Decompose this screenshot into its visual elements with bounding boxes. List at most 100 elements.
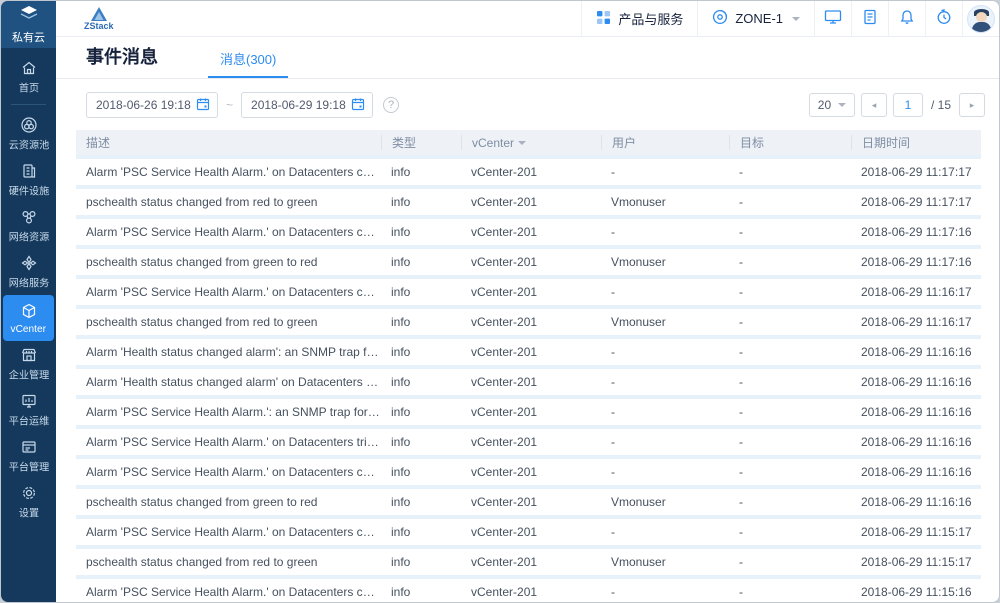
sidebar-item-label: 云资源池 (8, 137, 48, 152)
event-datetime-cell: 2018-06-29 11:16:16 (851, 375, 981, 389)
help-icon[interactable]: ? (383, 97, 399, 113)
sidebar-item-label: 平台运维 (8, 413, 48, 428)
bell-icon (899, 9, 915, 28)
event-target-cell: - (729, 465, 851, 479)
table-row[interactable]: pschealth status changed from red to gre… (76, 189, 981, 215)
page-header: 事件消息 消息(300) (56, 37, 999, 79)
table-row[interactable]: Alarm 'PSC Service Health Alarm.' on Dat… (76, 459, 981, 485)
sidebar-item-hardware[interactable]: 硬件设施 (1, 157, 56, 203)
event-description-cell: Alarm 'PSC Service Health Alarm.' on Dat… (76, 585, 381, 599)
column-header-user[interactable]: 用户 (601, 135, 729, 150)
sidebar-item-label: 网络资源 (8, 229, 48, 244)
column-header-target[interactable]: 目标 (729, 135, 851, 150)
chevron-down-icon (792, 17, 800, 21)
event-target-cell: - (729, 225, 851, 239)
column-header-type[interactable]: 类型 (381, 135, 461, 150)
column-header-vcenter[interactable]: vCenter (461, 135, 601, 150)
table-row[interactable]: Alarm 'PSC Service Health Alarm.' on Dat… (76, 159, 981, 185)
table-row[interactable]: Alarm 'PSC Service Health Alarm.' on Dat… (76, 519, 981, 545)
event-user-cell: - (601, 405, 729, 419)
current-page-input[interactable]: 1 (893, 93, 923, 117)
sidebar-item-settings[interactable]: 设置 (1, 479, 56, 525)
zstack-logo[interactable]: ZStack (56, 1, 140, 36)
sidebar-item-home[interactable]: 首页 (1, 54, 56, 100)
event-user-cell: Vmonuser (601, 255, 729, 269)
event-datetime-cell: 2018-06-29 11:17:16 (851, 255, 981, 269)
console-button[interactable] (814, 1, 851, 36)
event-table: 描述 类型 vCenter 用户 目标 日期时间 Alarm 'PSC Serv… (76, 130, 981, 602)
event-description-cell: pschealth status changed from green to r… (76, 495, 381, 509)
event-type-cell: info (381, 315, 461, 329)
table-row[interactable]: Alarm 'Health status changed alarm' on D… (76, 369, 981, 395)
event-vcenter-cell: vCenter-201 (461, 195, 601, 209)
total-pages-label: / 15 (931, 98, 951, 112)
user-menu[interactable] (962, 1, 999, 36)
table-row[interactable]: Alarm 'PSC Service Health Alarm.' on Dat… (76, 219, 981, 245)
event-vcenter-cell: vCenter-201 (461, 525, 601, 539)
date-to-input[interactable]: 2018-06-29 19:18 (241, 92, 373, 118)
event-user-cell: Vmonuser (601, 315, 729, 329)
event-user-cell: Vmonuser (601, 495, 729, 509)
column-header-description[interactable]: 描述 (76, 135, 381, 150)
sidebar-item-network-service[interactable]: 网络服务 (1, 249, 56, 295)
platform-mgmt-icon (20, 438, 38, 456)
app-window: 私有云 首页 云资源池 硬件设施 网络资源 网络服务 (0, 0, 1000, 603)
event-vcenter-cell: vCenter-201 (461, 495, 601, 509)
event-target-cell: - (729, 255, 851, 269)
page-size-select[interactable]: 20 (809, 93, 855, 117)
event-description-cell: Alarm 'Health status changed alarm' on D… (76, 375, 381, 389)
table-row[interactable]: Alarm 'PSC Service Health Alarm.' on Dat… (76, 279, 981, 305)
sidebar-item-platform-ops[interactable]: 平台运维 (1, 387, 56, 433)
event-target-cell: - (729, 315, 851, 329)
sidebar-item-enterprise[interactable]: 企业管理 (1, 341, 56, 387)
home-icon (20, 59, 38, 77)
event-user-cell: - (601, 225, 729, 239)
event-datetime-cell: 2018-06-29 11:17:17 (851, 165, 981, 179)
table-row[interactable]: pschealth status changed from green to r… (76, 249, 981, 275)
sidebar-item-cloud-pool[interactable]: 云资源池 (1, 111, 56, 157)
event-user-cell: - (601, 165, 729, 179)
table-row[interactable]: pschealth status changed from red to gre… (76, 309, 981, 335)
table-row[interactable]: Alarm 'Health status changed alarm': an … (76, 339, 981, 365)
tab-messages-label: 消息(300) (220, 52, 276, 67)
date-to-value: 2018-06-29 19:18 (251, 98, 351, 112)
notifications-button[interactable] (888, 1, 925, 36)
event-user-cell: Vmonuser (601, 195, 729, 209)
date-from-input[interactable]: 2018-06-26 19:18 (86, 92, 218, 118)
tab-messages[interactable]: 消息(300) (220, 49, 276, 78)
event-vcenter-cell: vCenter-201 (461, 345, 601, 359)
zone-selector[interactable]: ZONE-1 (697, 1, 814, 36)
sidebar-item-network-resource[interactable]: 网络资源 (1, 203, 56, 249)
table-row[interactable]: Alarm 'PSC Service Health Alarm.' on Dat… (76, 429, 981, 455)
column-label: 类型 (392, 134, 416, 151)
table-row[interactable]: Alarm 'PSC Service Health Alarm.': an SN… (76, 399, 981, 425)
hardware-icon (20, 162, 38, 180)
table-row[interactable]: pschealth status changed from green to r… (76, 489, 981, 515)
event-vcenter-cell: vCenter-201 (461, 585, 601, 599)
sidebar-brand-label: 私有云 (12, 29, 45, 45)
table-row[interactable]: pschealth status changed from red to gre… (76, 549, 981, 575)
event-type-cell: info (381, 255, 461, 269)
event-description-cell: pschealth status changed from red to gre… (76, 315, 381, 329)
toolbar: 2018-06-26 19:18 ~ 2018-06-29 19:18 ? 20… (56, 79, 999, 118)
cloud-pool-icon (20, 116, 38, 134)
sidebar-item-vcenter[interactable]: vCenter (3, 295, 54, 341)
next-page-button[interactable]: ▸ (959, 93, 985, 117)
event-datetime-cell: 2018-06-29 11:15:17 (851, 555, 981, 569)
column-header-datetime[interactable]: 日期时间 (851, 135, 981, 150)
license-button[interactable] (851, 1, 888, 36)
event-target-cell: - (729, 345, 851, 359)
event-target-cell: - (729, 165, 851, 179)
event-target-cell: - (729, 525, 851, 539)
event-target-cell: - (729, 195, 851, 209)
sidebar-item-platform-mgmt[interactable]: 平台管理 (1, 433, 56, 479)
sidebar-item-label: 设置 (18, 505, 38, 520)
event-type-cell: info (381, 495, 461, 509)
products-services-button[interactable]: 产品与服务 (581, 1, 697, 36)
sidebar-brand[interactable]: 私有云 (1, 1, 56, 48)
prev-page-button[interactable]: ◂ (861, 93, 887, 117)
event-description-cell: Alarm 'PSC Service Health Alarm.' on Dat… (76, 435, 381, 449)
history-button[interactable] (925, 1, 962, 36)
table-row[interactable]: Alarm 'PSC Service Health Alarm.' on Dat… (76, 579, 981, 602)
event-type-cell: info (381, 435, 461, 449)
